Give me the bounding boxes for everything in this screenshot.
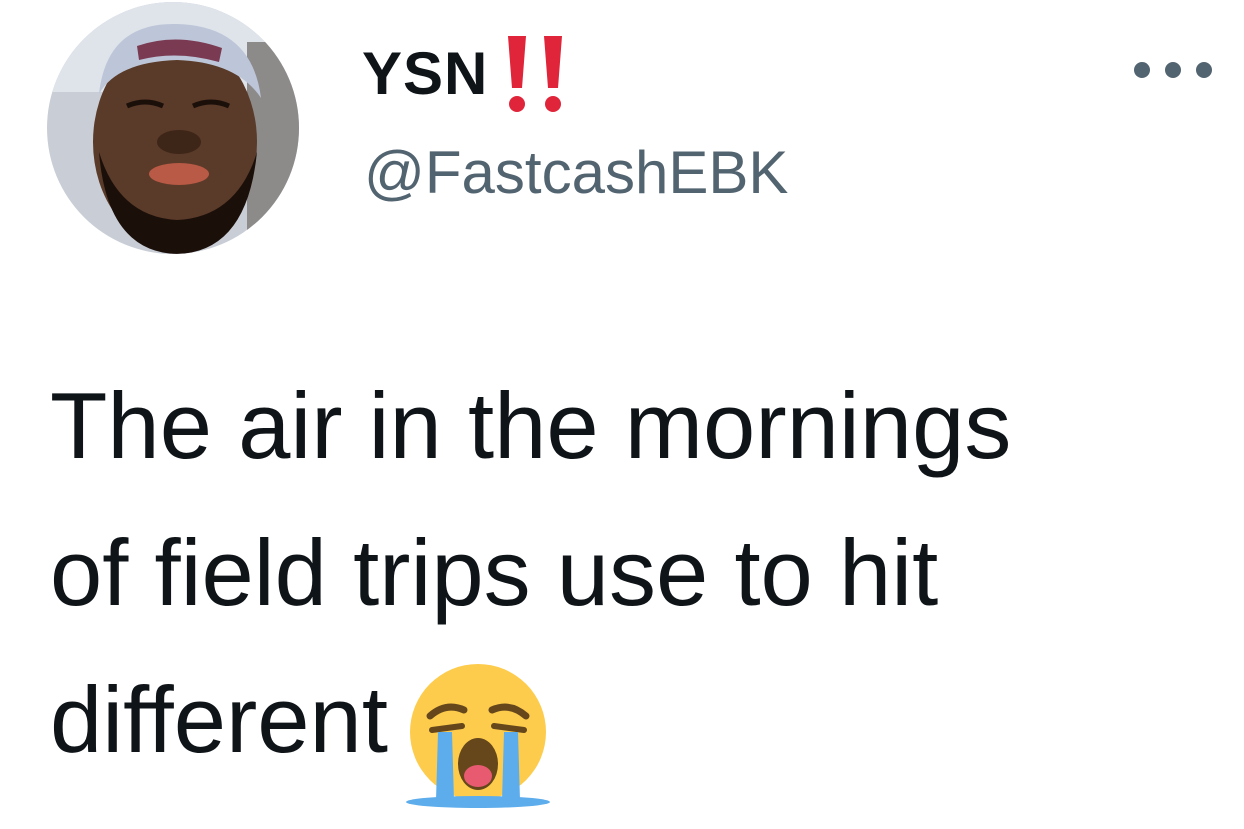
tweet-text: The air in the mornings of field trips u… [50,352,1230,812]
author-display-name[interactable]: YSN [362,39,488,108]
double-exclamation-icon [500,32,570,114]
tweet-text-line: The air in the mornings [50,373,1012,478]
tweet-text-line: different [50,667,388,772]
loudly-crying-face-icon [402,660,554,812]
tweet-text-line-last: different [50,646,1230,812]
avatar[interactable] [47,2,299,254]
tweet-text-line: of field trips use to hit [50,520,939,625]
more-options-button[interactable] [1128,48,1218,92]
more-horizontal-icon [1134,62,1212,78]
author-handle[interactable]: @FastcashEBK [364,138,788,207]
author-name-row: YSN [362,28,570,118]
tweet: YSN @FastcashEBK The air in the mornings… [0,0,1244,829]
